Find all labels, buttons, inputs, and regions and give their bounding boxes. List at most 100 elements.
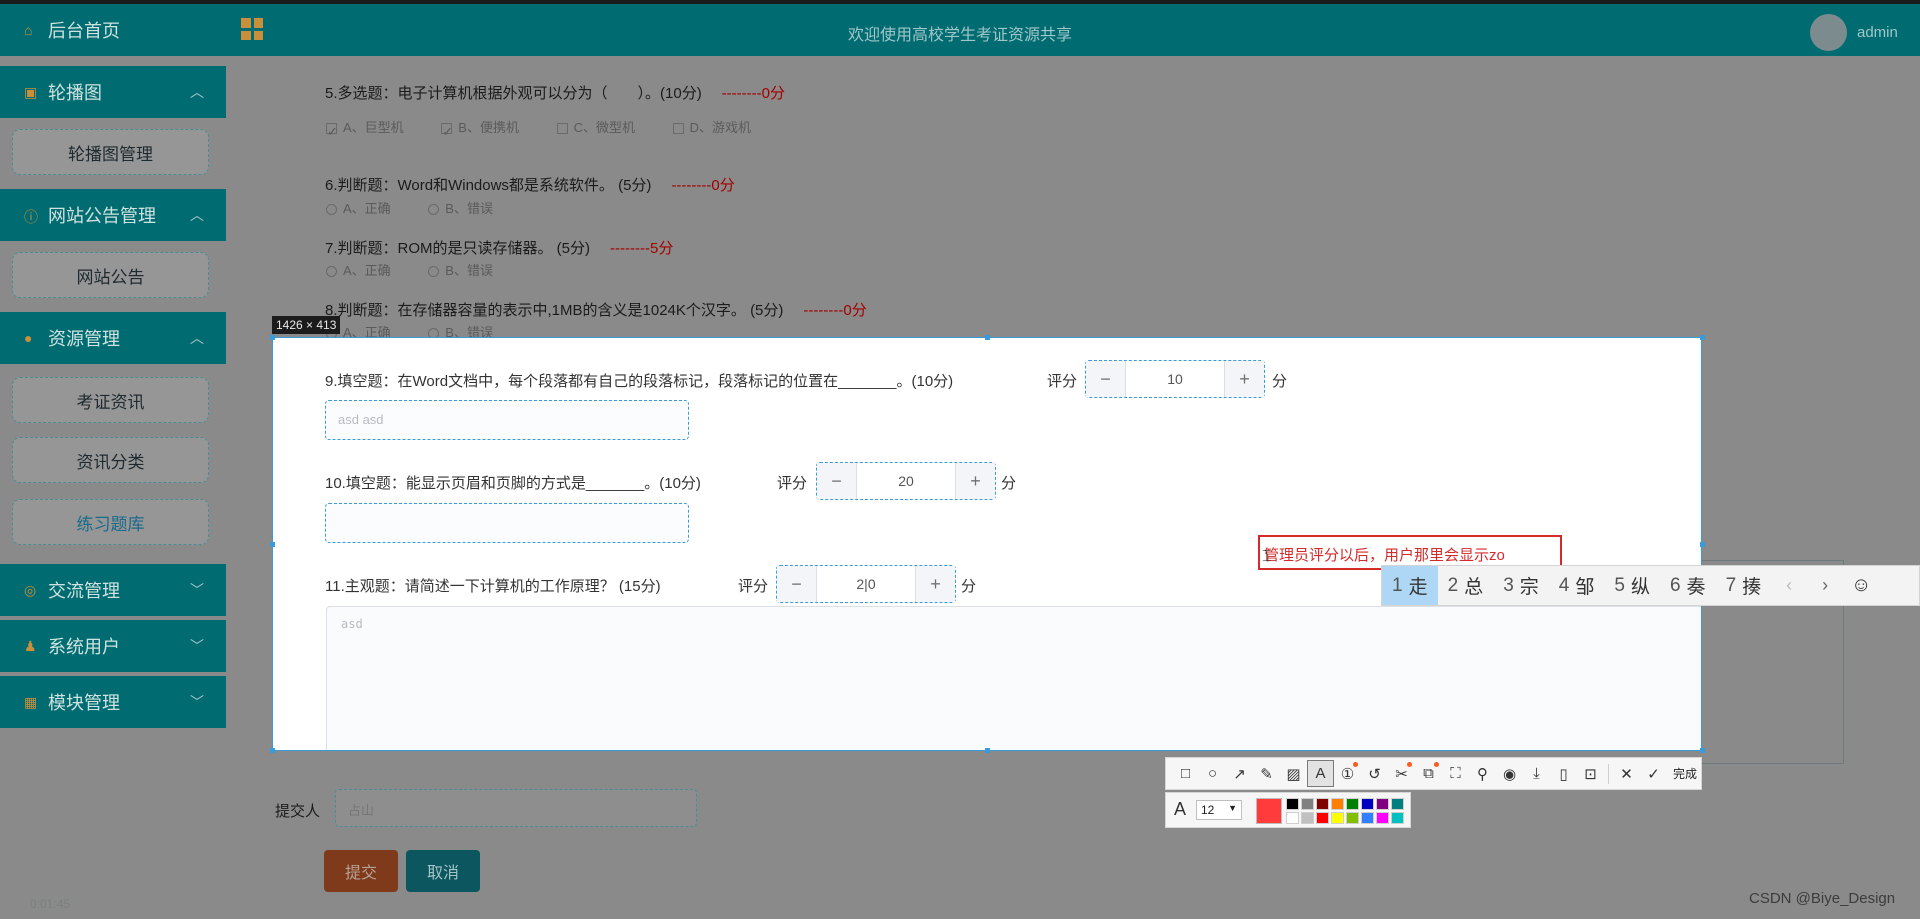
bookmark-icon[interactable]: ⊡ (1577, 760, 1604, 787)
phone-icon[interactable]: ▯ (1550, 760, 1577, 787)
plus-icon[interactable]: + (955, 463, 995, 499)
ime-candidate[interactable]: 6奏 (1660, 566, 1716, 605)
arrow-tool-icon[interactable]: ↗ (1226, 760, 1253, 787)
color-swatch[interactable] (1331, 798, 1344, 810)
ime-candidate[interactable]: 7揍 (1716, 566, 1772, 605)
sidebar-item-module-manage[interactable]: ▦ 模块管理 ﹀ (0, 676, 226, 728)
done-button[interactable]: 完成 (1673, 765, 1697, 782)
answer-input[interactable]: asd asd (325, 400, 689, 440)
ime-candidate[interactable]: 1走 (1382, 566, 1438, 605)
color-swatch[interactable] (1331, 812, 1344, 824)
minus-icon[interactable]: − (777, 566, 817, 602)
chevron-up-icon: ︿ (190, 207, 204, 223)
color-swatch[interactable] (1286, 798, 1299, 810)
score-value[interactable]: 10 (1126, 361, 1224, 397)
color-swatch[interactable] (1346, 798, 1359, 810)
option[interactable]: ✓ A、巨型机 (326, 120, 404, 139)
ime-candidate[interactable]: 5纵 (1604, 566, 1660, 605)
resize-handle[interactable] (1700, 748, 1705, 753)
sidebar-item-question-bank[interactable]: 练习题库 (12, 499, 209, 545)
ocr-tool-icon[interactable]: ⧉ (1415, 760, 1442, 787)
color-swatch[interactable] (1316, 798, 1329, 810)
color-swatch[interactable] (1376, 812, 1389, 824)
submit-button[interactable]: 提交 (324, 850, 398, 892)
ellipse-tool-icon[interactable]: ○ (1199, 760, 1226, 787)
sidebar-item-carousel[interactable]: ▣ 轮播图 ︿ (0, 66, 226, 118)
option[interactable]: A、正确 (326, 201, 391, 216)
color-swatch[interactable] (1286, 812, 1299, 824)
current-color-swatch[interactable] (1256, 798, 1282, 824)
resize-handle[interactable] (270, 335, 275, 340)
option[interactable]: D、游戏机 (672, 120, 751, 135)
sidebar-item-communication[interactable]: ◎ 交流管理 ﹀ (0, 564, 226, 616)
number-tool-icon[interactable]: ① (1334, 760, 1361, 787)
plus-icon[interactable]: + (915, 566, 955, 602)
emoji-icon[interactable]: ☺ (1843, 574, 1879, 597)
sidebar-item-notice-manage[interactable]: ⓘ 网站公告管理 ︿ (0, 189, 226, 241)
option[interactable]: A、正确 (326, 263, 391, 278)
color-swatch[interactable] (1361, 812, 1374, 824)
score-value[interactable]: 20 (857, 463, 955, 499)
cutout-tool-icon[interactable]: ✂ (1388, 760, 1415, 787)
resize-handle[interactable] (1700, 542, 1705, 547)
resize-handle[interactable] (985, 748, 990, 753)
sidebar-item-resource[interactable]: ● 资源管理 ︿ (0, 312, 226, 364)
sidebar-item-exam-news[interactable]: 考证资讯 (12, 377, 209, 423)
ime-prev-icon[interactable]: ‹ (1771, 575, 1807, 596)
color-swatch[interactable] (1391, 812, 1404, 824)
long-capture-icon[interactable]: ⛶ (1442, 760, 1469, 787)
user-name[interactable]: admin (1857, 24, 1898, 41)
pen-tool-icon[interactable]: ✎ (1253, 760, 1280, 787)
sidebar-item-label: 交流管理 (48, 581, 120, 601)
answer-input[interactable] (325, 503, 689, 543)
record-icon[interactable]: ◉ (1496, 760, 1523, 787)
mosaic-tool-icon[interactable]: ▨ (1280, 760, 1307, 787)
undo-icon[interactable]: ↺ (1361, 760, 1388, 787)
color-swatch[interactable] (1301, 812, 1314, 824)
close-icon[interactable]: ✕ (1613, 760, 1640, 787)
resize-handle[interactable] (985, 335, 990, 340)
score-stepper[interactable]: − 10 + (1085, 360, 1265, 398)
checkbox-icon (672, 123, 684, 135)
color-swatch[interactable] (1376, 798, 1389, 810)
option[interactable]: ✓ B、便携机 (441, 120, 519, 139)
sidebar-item-carousel-manage[interactable]: 轮播图管理 (12, 129, 209, 175)
plus-icon[interactable]: + (1224, 361, 1264, 397)
score-stepper[interactable]: − 20 + (816, 462, 996, 500)
ime-next-icon[interactable]: › (1807, 575, 1843, 596)
score-value[interactable]: 2|0 (817, 566, 915, 602)
answer-textarea[interactable]: asd (326, 606, 1701, 750)
submitter-input[interactable]: 占山 (335, 789, 697, 827)
minus-icon[interactable]: − (817, 463, 857, 499)
font-size-select[interactable]: 12 ▼ (1196, 800, 1242, 820)
color-swatch[interactable] (1301, 798, 1314, 810)
sidebar-item-notice[interactable]: 网站公告 (12, 252, 209, 298)
rectangle-tool-icon[interactable]: □ (1172, 760, 1199, 787)
cancel-button[interactable]: 取消 (406, 850, 480, 892)
color-swatch[interactable] (1391, 798, 1404, 810)
pin-icon[interactable]: ⚲ (1469, 760, 1496, 787)
color-swatch[interactable] (1346, 812, 1359, 824)
download-icon[interactable]: ⤓ (1523, 760, 1550, 787)
avatar[interactable] (1810, 14, 1847, 51)
text-tool-icon[interactable]: A (1307, 760, 1334, 787)
option[interactable]: B、错误 (428, 263, 493, 278)
ime-candidate[interactable]: 2总 (1438, 566, 1494, 605)
minus-icon[interactable]: − (1086, 361, 1126, 397)
resize-handle[interactable] (270, 542, 275, 547)
color-swatch[interactable] (1316, 812, 1329, 824)
score-stepper[interactable]: − 2|0 + (776, 565, 956, 603)
sidebar-item-system-user[interactable]: ♟ 系统用户 ﹀ (0, 620, 226, 672)
option[interactable]: C、微型机 (556, 120, 635, 135)
question-9-text: 9.填空题：在Word文档中，每个段落都有自己的段落标记，段落标记的位置在___… (325, 373, 954, 390)
ime-candidate[interactable]: 3宗 (1493, 566, 1549, 605)
question-score: --------0分 (671, 177, 735, 194)
ime-candidate[interactable]: 4邹 (1549, 566, 1605, 605)
check-icon[interactable]: ✓ (1640, 760, 1667, 787)
color-swatch[interactable] (1361, 798, 1374, 810)
option[interactable]: B、错误 (428, 201, 493, 216)
sidebar-item-home[interactable]: ⌂ 后台首页 (0, 4, 226, 56)
resize-handle[interactable] (1700, 335, 1705, 340)
sidebar-item-news-category[interactable]: 资讯分类 (12, 437, 209, 483)
resize-handle[interactable] (270, 748, 275, 753)
